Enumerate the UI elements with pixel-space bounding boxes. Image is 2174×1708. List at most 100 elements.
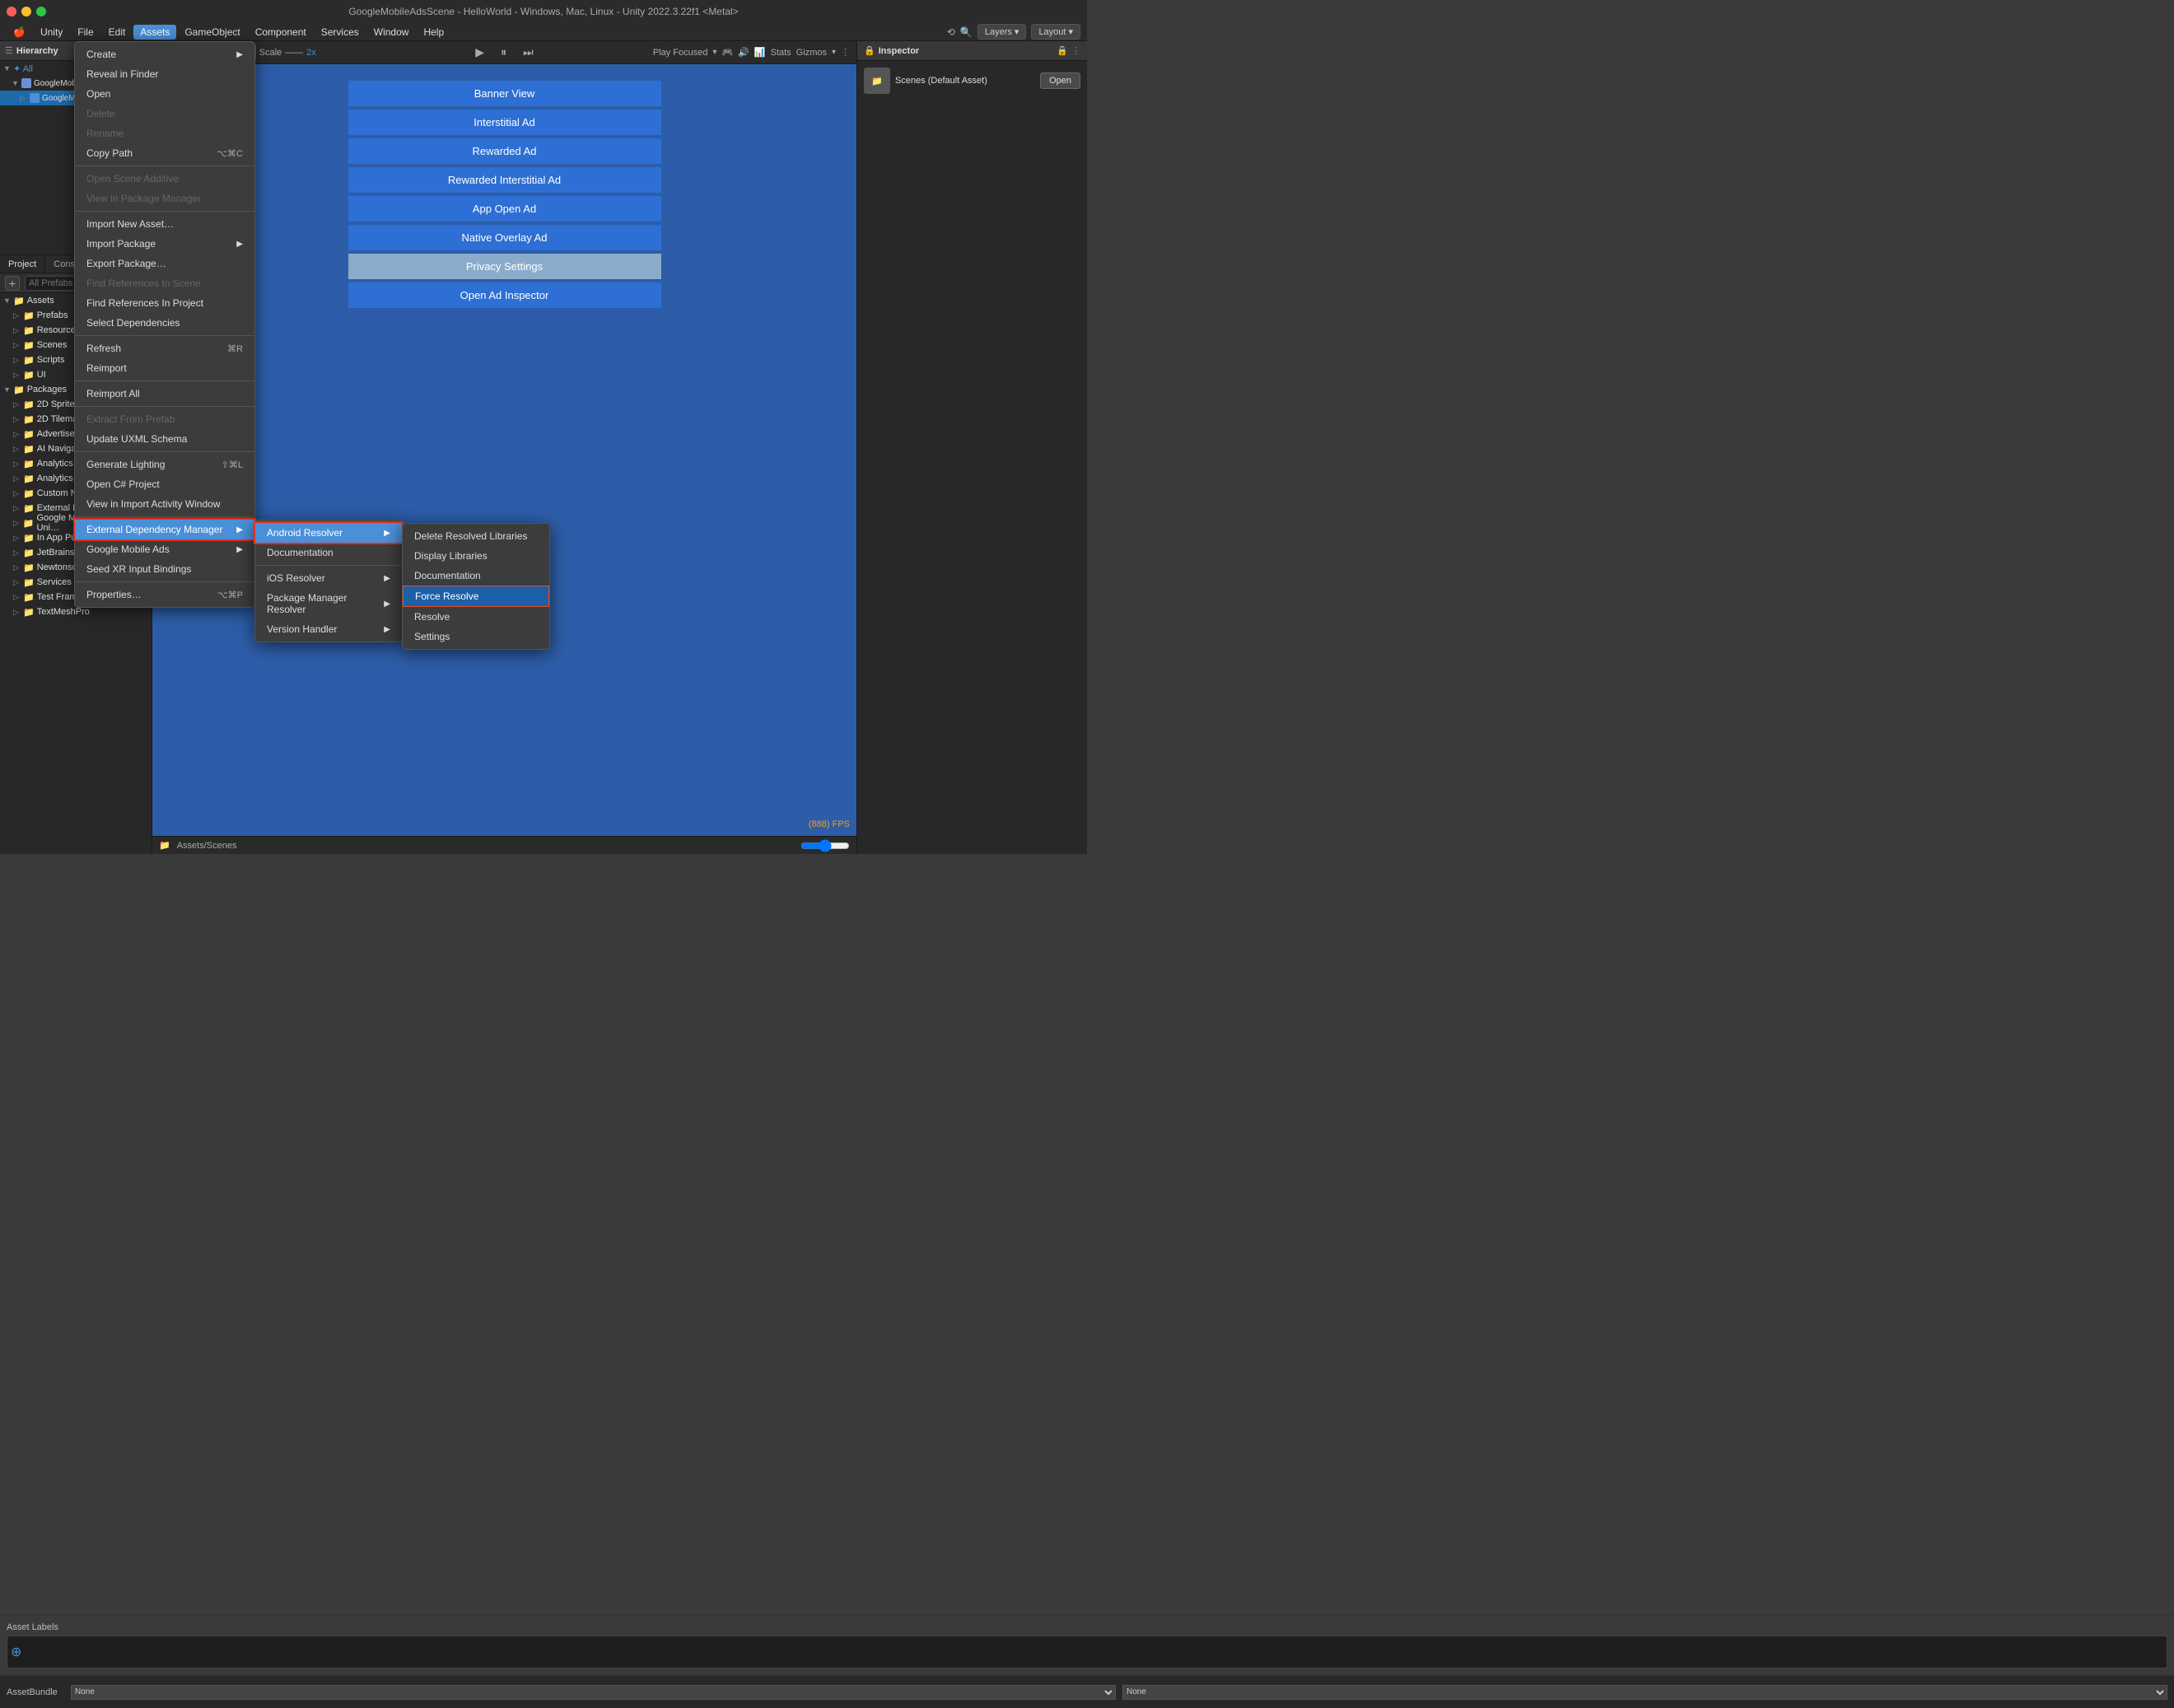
chevron-icon: ▷ [13,578,21,587]
menu-item-find-refs-scene: Find References In Scene [75,273,254,293]
menu-gameobject[interactable]: GameObject [178,25,246,40]
folder-label: 2D Sprite [37,399,75,409]
submenu-item-settings[interactable]: Settings [403,627,549,646]
shortcut-label: ⇧⌘L [222,460,243,470]
folder-icon: 📁 [23,518,35,529]
menu-item-open[interactable]: Open [75,84,254,104]
submenu-item-ios-resolver[interactable]: iOS Resolver ▶ [255,568,402,588]
close-button[interactable] [7,7,16,16]
submenu-item-delete-resolved[interactable]: Delete Resolved Libraries [403,526,549,546]
chevron-icon: ▷ [13,489,21,498]
inspector-menu-icon[interactable]: ⋮ [1071,45,1080,56]
app-open-ad-button[interactable]: App Open Ad [348,196,661,222]
menu-component[interactable]: Component [249,25,313,40]
folder-icon: 📁 [23,533,35,544]
layers-dropdown[interactable]: Layers ▾ [977,24,1027,40]
submenu-item-force-resolve[interactable]: Force Resolve [403,586,549,607]
menu-item-export-package[interactable]: Export Package… [75,254,254,273]
step-button[interactable]: ⏭ [520,44,537,61]
menu-help[interactable]: Help [417,25,450,40]
pause-button[interactable]: ⏸ [497,44,510,61]
submenu-item-edm-doc[interactable]: Documentation [255,543,402,562]
minimize-button[interactable] [21,7,31,16]
menu-file[interactable]: File [71,25,100,40]
play-button[interactable]: ▶ [472,44,488,61]
menu-item-google-ads[interactable]: Google Mobile Ads ▶ [75,539,254,559]
banner-view-button[interactable]: Banner View [348,81,661,106]
folder-icon: 📁 [23,399,35,410]
separator [75,406,254,407]
menu-services[interactable]: Services [315,25,366,40]
asset-labels-area[interactable]: ⊕ [7,1636,2167,1668]
menubar: 🍎 Unity File Edit Assets GameObject Comp… [0,23,1087,41]
menu-item-reimport[interactable]: Reimport [75,358,254,378]
menu-edit[interactable]: Edit [102,25,133,40]
menu-item-import-package[interactable]: Import Package ▶ [75,234,254,254]
asset-bundle-label: AssetBundle [7,1687,64,1697]
submenu-item-label: Version Handler [267,623,337,635]
menu-item-open-cs[interactable]: Open C# Project [75,474,254,494]
folder-label: Analytics [37,459,73,469]
asset-bundle-variant-select[interactable]: None [1122,1685,2167,1700]
menu-item-find-refs-project[interactable]: Find References In Project [75,293,254,313]
open-ad-inspector-button[interactable]: Open Ad Inspector [348,282,661,308]
menu-item-ext-dep-mgr[interactable]: External Dependency Manager ▶ Android Re… [75,520,254,539]
menu-assets[interactable]: Assets [133,25,176,40]
menu-item-view-import[interactable]: View in Import Activity Window [75,494,254,514]
menu-item-update-uxml[interactable]: Update UXML Schema [75,429,254,449]
native-overlay-button[interactable]: Native Overlay Ad [348,225,661,250]
menu-item-label: Create [86,49,116,60]
menu-item-label: Open [86,88,110,100]
hierarchy-title: Hierarchy [16,46,58,56]
menu-item-copy-path[interactable]: Copy Path ⌥⌘C [75,143,254,163]
rewarded-interstitial-button[interactable]: Rewarded Interstitial Ad [348,167,661,193]
submenu-item-label: Settings [414,631,450,642]
submenu-item-display-libs[interactable]: Display Libraries [403,546,549,566]
menu-item-reimport-all[interactable]: Reimport All [75,384,254,404]
project-add-button[interactable]: + [5,276,20,291]
menu-item-import-new[interactable]: Import New Asset… [75,214,254,234]
menu-item-seed-xr[interactable]: Seed XR Input Bindings [75,559,254,579]
menu-item-rename: Rename [75,124,254,143]
submenu-item-label: Android Resolver [267,527,343,539]
menu-item-gen-lighting[interactable]: Generate Lighting ⇧⌘L [75,455,254,474]
add-label-icon[interactable]: ⊕ [11,1644,21,1660]
bottom-bar: 📁 Assets/Scenes [152,836,856,854]
submenu-item-version-handler[interactable]: Version Handler ▶ [255,619,402,639]
menu-item-refresh[interactable]: Refresh ⌘R [75,338,254,358]
context-menu: Create ▶ Reveal in Finder Open Delete Re… [74,41,255,608]
menu-item-properties[interactable]: Properties… ⌥⌘P [75,585,254,604]
folder-label: Packages [27,385,67,394]
path-display: Assets/Scenes [177,841,237,851]
menu-item-select-deps[interactable]: Select Dependencies [75,313,254,333]
menu-item-create[interactable]: Create ▶ [75,44,254,64]
play-controls-bar: Aspect Free Aspect Scale —— 2x ▶ ⏸ ⏭ Pla… [152,41,856,64]
submenu-item-resolve[interactable]: Resolve [403,607,549,627]
menu-apple[interactable]: 🍎 [7,25,32,40]
menu-item-reveal[interactable]: Reveal in Finder [75,64,254,84]
menu-unity[interactable]: Unity [34,25,69,40]
menu-window[interactable]: Window [367,25,416,40]
folder-icon: 📁 [23,325,35,336]
submenu-item-android-resolver[interactable]: Android Resolver ▶ Delete Resolved Libra… [255,523,402,543]
submenu-item-label: Documentation [414,570,481,581]
menu-item-label: Import New Asset… [86,218,174,230]
tab-project[interactable]: Project [0,255,45,273]
interstitial-ad-button[interactable]: Interstitial Ad [348,110,661,135]
inspector-lock-icon[interactable]: 🔒 [1057,45,1068,56]
rewarded-ad-button[interactable]: Rewarded Ad [348,138,661,164]
chevron-icon: ▷ [13,519,21,528]
folder-icon: 📁 [23,562,35,573]
asset-bundle-select[interactable]: None [71,1685,1116,1700]
zoom-slider[interactable] [800,842,850,850]
open-asset-button[interactable]: Open [1040,72,1080,89]
submenu-arrow-icon: ▶ [384,529,390,538]
privacy-settings-button[interactable]: Privacy Settings [348,254,661,279]
submenu-item-pkg-mgr[interactable]: Package Manager Resolver ▶ [255,588,402,619]
folder-icon: 📁 [23,459,35,469]
maximize-button[interactable] [36,7,46,16]
layout-dropdown[interactable]: Layout ▾ [1031,24,1080,40]
submenu-item-android-doc[interactable]: Documentation [403,566,549,586]
inspector-panel: 🔒 Inspector 🔒 ⋮ 📁 Scenes (Default Asset)… [856,41,1087,854]
asset-icon: 📁 [864,68,890,94]
